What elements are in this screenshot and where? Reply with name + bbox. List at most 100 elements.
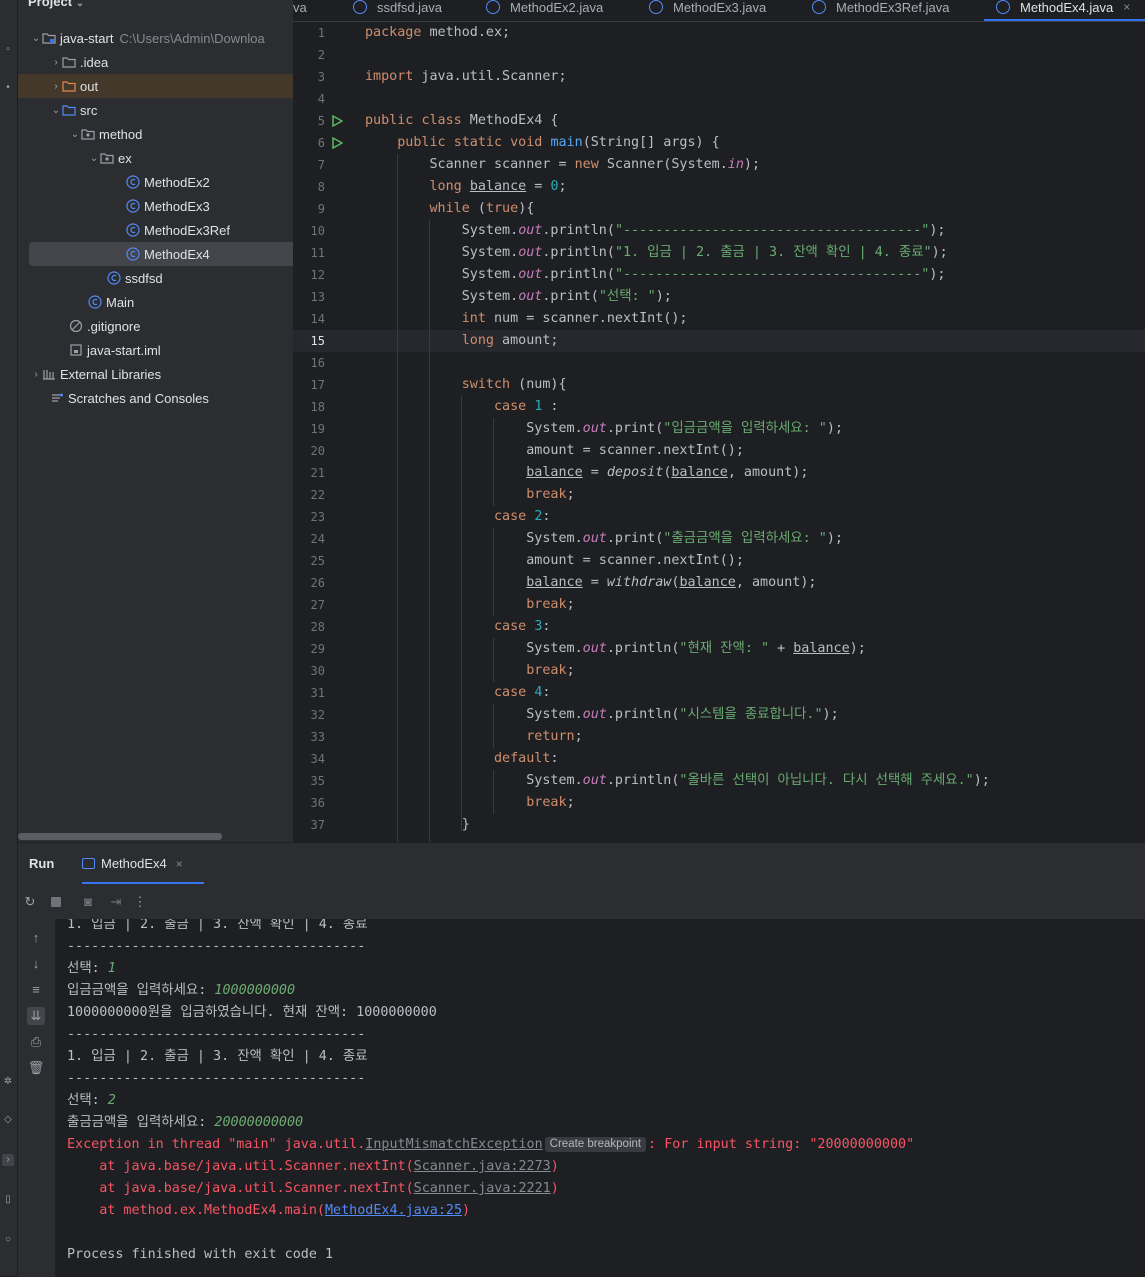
code-line[interactable]: System.out.println("올바른 선택이 아닙니다. 다시 선택해… <box>365 770 990 792</box>
code-line[interactable]: break; <box>365 484 574 506</box>
code-line[interactable]: case 2: <box>365 506 550 528</box>
code-line[interactable]: break; <box>365 792 574 814</box>
code-line[interactable]: System.out.print("선택: "); <box>365 286 672 308</box>
code-line[interactable]: import java.util.Scanner; <box>365 66 567 88</box>
tool-icon-dot[interactable]: • <box>2 82 14 94</box>
code-line[interactable]: System.out.println("현재 잔액: " + balance); <box>365 638 866 660</box>
tab-methodex4[interactable]: MethodEx4.java × <box>983 0 1145 21</box>
line-number[interactable]: 30 <box>293 660 325 682</box>
line-number[interactable]: 33 <box>293 726 325 748</box>
tool-icon-services[interactable]: ✲ <box>2 1076 14 1088</box>
line-number[interactable]: 27 <box>293 594 325 616</box>
code-line[interactable]: case 4: <box>365 682 550 704</box>
line-number[interactable]: 22 <box>293 484 325 506</box>
console-output[interactable]: 1. 입금 | 2. 출금 | 3. 잔액 확인 | 4. 종료 -------… <box>55 919 1145 1277</box>
tab-methodex3[interactable]: MethodEx3.java <box>649 0 766 21</box>
trace-link[interactable]: Scanner.java:2273 <box>414 1159 551 1174</box>
line-number[interactable]: 26 <box>293 572 325 594</box>
line-number[interactable]: 14 <box>293 308 325 330</box>
tree-item-idea[interactable]: › .idea <box>18 50 293 74</box>
tree-item-external-libraries[interactable]: › External Libraries <box>18 362 293 386</box>
line-number[interactable]: 5 <box>293 110 325 132</box>
exit-icon[interactable]: ⇥ <box>108 894 124 910</box>
more-options-icon[interactable]: ⋮ <box>132 894 148 910</box>
code-line[interactable]: System.out.print("출금금액을 입력하세요: "); <box>365 528 843 550</box>
code-line[interactable]: System.out.println("시스템을 종료합니다."); <box>365 704 838 726</box>
code-line[interactable]: while (true){ <box>365 198 535 220</box>
line-number[interactable]: 18 <box>293 396 325 418</box>
line-number[interactable]: 6 <box>293 132 325 154</box>
tree-item-gitignore[interactable]: .gitignore <box>18 314 293 338</box>
code-line[interactable]: amount = scanner.nextInt(); <box>365 550 744 572</box>
tool-icon-problems[interactable]: ◇ <box>2 1114 14 1126</box>
stop-icon[interactable] <box>48 894 64 910</box>
line-number[interactable]: 32 <box>293 704 325 726</box>
code-line[interactable]: switch (num){ <box>365 374 567 396</box>
tree-item-scratches[interactable]: Scratches and Consoles <box>18 386 293 410</box>
line-number[interactable]: 4 <box>293 88 325 110</box>
line-number[interactable]: 9 <box>293 198 325 220</box>
line-number[interactable]: 16 <box>293 352 325 374</box>
run-tab-methodex4[interactable]: MethodEx4 × <box>82 856 183 871</box>
chevron-down-icon[interactable]: ⌄ <box>50 105 62 116</box>
tree-item-out[interactable]: › out <box>18 74 293 98</box>
scroll-to-end-icon[interactable]: ⇊ <box>27 1007 45 1025</box>
line-number[interactable]: 8 <box>293 176 325 198</box>
line-number[interactable]: 21 <box>293 462 325 484</box>
code-line[interactable]: System.out.println("--------------------… <box>365 264 946 286</box>
chevron-right-icon[interactable]: › <box>30 369 42 380</box>
close-icon[interactable]: × <box>176 857 183 871</box>
line-number[interactable]: 31 <box>293 682 325 704</box>
arrow-up-icon[interactable]: ↑ <box>27 929 45 947</box>
code-line[interactable]: balance = deposit(balance, amount); <box>365 462 808 484</box>
exception-class-link[interactable]: InputMismatchException <box>365 1137 542 1152</box>
tree-item-src[interactable]: ⌄ src <box>18 98 293 122</box>
code-line[interactable]: return; <box>365 726 582 748</box>
project-view-selector[interactable]: Project ⌄ <box>28 0 84 9</box>
tab-ssdfsd[interactable]: ssdfsd.java <box>353 0 442 21</box>
camera-icon[interactable]: ◙ <box>80 894 96 910</box>
line-number[interactable]: 17 <box>293 374 325 396</box>
tree-item-methodex3[interactable]: MethodEx3 <box>18 194 293 218</box>
tree-item-methodex3ref[interactable]: MethodEx3Ref <box>18 218 293 242</box>
tool-icon-todo[interactable]: ○ <box>2 1234 14 1246</box>
line-number[interactable]: 34 <box>293 748 325 770</box>
chevron-right-icon[interactable]: › <box>50 81 62 92</box>
line-number[interactable]: 7 <box>293 154 325 176</box>
arrow-down-icon[interactable]: ↓ <box>27 955 45 973</box>
tree-item-ex[interactable]: ⌄ ex <box>18 146 293 170</box>
line-number[interactable]: 3 <box>293 66 325 88</box>
code-line[interactable]: amount = scanner.nextInt(); <box>365 440 744 462</box>
line-number[interactable]: 13 <box>293 286 325 308</box>
code-line[interactable]: public class MethodEx4 { <box>365 110 559 132</box>
chevron-down-icon[interactable]: ⌄ <box>88 153 100 164</box>
line-number[interactable]: 10 <box>293 220 325 242</box>
run-gutter-icon[interactable] <box>331 115 343 127</box>
code-line[interactable]: case 3: <box>365 616 550 638</box>
run-gutter-icon[interactable] <box>331 137 343 149</box>
line-number[interactable]: 2 <box>293 44 325 66</box>
code-editor[interactable]: 1 2 3 4 5 6 7 8 9 10 11 12 13 14 15 16 17 18 19 20 21 22 23 24 2… <box>293 22 1145 842</box>
line-number[interactable]: 15 <box>293 330 325 352</box>
code-line[interactable]: break; <box>365 594 574 616</box>
tool-icon-git[interactable]: ▯ <box>2 1194 14 1206</box>
code-line[interactable]: System.out.print("입금금액을 입력하세요: "); <box>365 418 843 440</box>
trash-icon[interactable]: 🗑 <box>27 1059 45 1077</box>
line-number[interactable]: 29 <box>293 638 325 660</box>
tab-methodex3ref[interactable]: MethodEx3Ref.java <box>812 0 949 21</box>
line-number[interactable]: 37 <box>293 814 325 836</box>
print-icon[interactable]: ⎙ <box>27 1033 45 1051</box>
line-number[interactable]: 11 <box>293 242 325 264</box>
line-number[interactable]: 19 <box>293 418 325 440</box>
line-number[interactable]: 35 <box>293 770 325 792</box>
tool-icon-top[interactable]: ▫ <box>2 44 14 56</box>
line-number[interactable]: 28 <box>293 616 325 638</box>
code-line[interactable]: } <box>365 814 470 836</box>
tree-item-method[interactable]: ⌄ method <box>18 122 293 146</box>
code-line[interactable]: System.out.println("--------------------… <box>365 220 946 242</box>
line-number[interactable]: 12 <box>293 264 325 286</box>
code-line[interactable]: balance = withdraw(balance, amount); <box>365 572 816 594</box>
line-number[interactable]: 1 <box>293 22 325 44</box>
tab-partial[interactable]: va <box>293 0 307 21</box>
chevron-right-icon[interactable]: › <box>50 57 62 68</box>
